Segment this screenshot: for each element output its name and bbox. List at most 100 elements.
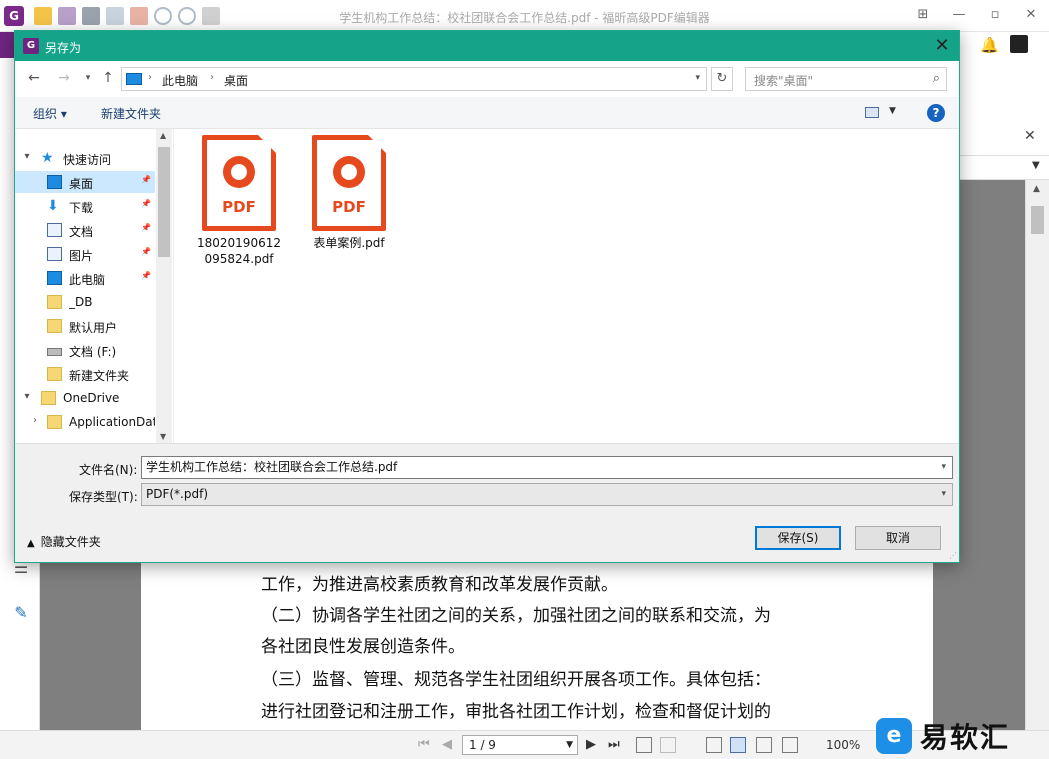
- refresh-icon[interactable]: ↻: [711, 67, 733, 91]
- recent-locations-icon[interactable]: ▾: [79, 73, 97, 83]
- document-scrollbar[interactable]: ▲: [1025, 180, 1049, 730]
- chevron-down-icon[interactable]: ▼: [889, 106, 896, 116]
- continuous-page-icon[interactable]: [730, 737, 746, 753]
- nav-tree-item[interactable]: › ApplicationDat: [15, 411, 155, 433]
- scroll-up-icon[interactable]: ▲: [160, 131, 166, 140]
- nav-tree-label: 快速访问: [63, 153, 112, 167]
- chevron-down-icon[interactable]: ▾: [21, 151, 33, 162]
- forward-arrow-icon[interactable]: →: [55, 70, 73, 86]
- minimize-icon[interactable]: —: [941, 4, 977, 26]
- pdf-file-icon: PDF: [202, 135, 276, 231]
- dialog-titlebar[interactable]: G 另存为 ✕: [15, 31, 959, 61]
- pin-icon: 📌: [141, 175, 151, 184]
- pictures-icon: [47, 247, 62, 261]
- cancel-button[interactable]: 取消: [855, 526, 941, 550]
- notification-bell-icon[interactable]: 🔔: [980, 36, 999, 54]
- filename-input[interactable]: 学生机构工作总结：校社团联合会工作总结.pdf ▾: [141, 456, 953, 479]
- zoom-level[interactable]: 100%: [826, 738, 860, 752]
- next-page-icon[interactable]: ▶: [586, 737, 596, 752]
- scroll-down-icon[interactable]: ▼: [160, 432, 166, 441]
- scrollbar-thumb[interactable]: [1031, 206, 1044, 234]
- file-list: PDF 18020190612095824.pdf PDF 表单案例.pdf: [173, 129, 959, 443]
- file-item[interactable]: PDF 18020190612095824.pdf: [194, 135, 284, 267]
- nav-tree-item[interactable]: ▾ ★ 快速访问: [15, 147, 155, 169]
- folder-icon: [47, 295, 62, 309]
- chevron-down-icon[interactable]: ▾: [21, 391, 33, 402]
- filetype-select[interactable]: PDF(*.pdf) ▾: [141, 483, 953, 506]
- address-bar[interactable]: › 此电脑 › 桌面 ▾: [121, 67, 707, 91]
- last-page-icon[interactable]: ⏭: [608, 737, 620, 752]
- next-view-icon[interactable]: [660, 737, 676, 753]
- file-item[interactable]: PDF 表单案例.pdf: [304, 135, 394, 251]
- address-toolbar: ← → ▾ ↑ › 此电脑 › 桌面 ▾ ↻ 搜索"桌面" ⌕: [15, 61, 959, 97]
- nav-tree-label: 文档 (F:): [69, 345, 117, 359]
- nav-tree-item[interactable]: 默认用户: [15, 315, 155, 337]
- facing-page-icon[interactable]: [756, 737, 772, 753]
- chevron-down-icon[interactable]: ▼: [566, 736, 573, 754]
- dialog-title: 另存为: [45, 41, 82, 55]
- doc-line: 工作，为推进高校素质教育和改革发展作贡献。: [261, 575, 618, 595]
- doc-line: （三）监督、管理、规范各学生社团组织开展各项工作。具体包括：: [261, 670, 771, 690]
- nav-tree-item[interactable]: 新建文件夹: [15, 363, 155, 385]
- nav-tree-label: 新建文件夹: [69, 369, 130, 383]
- chevron-down-icon[interactable]: ▼: [1032, 160, 1040, 171]
- chevron-down-icon[interactable]: ▾: [941, 457, 946, 478]
- save-as-dialog: G 另存为 ✕ ← → ▾ ↑ › 此电脑 › 桌面 ▾ ↻ 搜索"桌面" ⌕ …: [14, 30, 960, 563]
- first-page-icon[interactable]: ⏮: [418, 737, 430, 752]
- nav-tree-item[interactable]: ⬇ 下载 📌: [15, 195, 155, 217]
- chevron-down-icon[interactable]: ▾: [941, 484, 946, 505]
- restore-layout-icon[interactable]: ⊞: [905, 4, 941, 26]
- sign-icon[interactable]: ✎: [10, 603, 32, 625]
- hide-folders-toggle[interactable]: ▲ 隐藏文件夹: [27, 533, 101, 550]
- nav-tree-item[interactable]: 桌面 📌: [15, 171, 155, 193]
- save-button[interactable]: 保存(S): [755, 526, 841, 550]
- new-folder-button[interactable]: 新建文件夹: [101, 105, 161, 122]
- breadcrumb-separator-icon[interactable]: ›: [210, 72, 214, 83]
- prev-view-icon[interactable]: [636, 737, 652, 753]
- user-avatar-icon[interactable]: [1010, 35, 1028, 53]
- nav-tree-item[interactable]: 文档 📌: [15, 219, 155, 241]
- prev-page-icon[interactable]: ◀: [442, 737, 452, 752]
- dialog-close-icon[interactable]: ✕: [931, 35, 953, 57]
- pin-icon: 📌: [141, 199, 151, 208]
- search-input[interactable]: 搜索"桌面" ⌕: [745, 67, 947, 91]
- help-icon[interactable]: ?: [927, 104, 945, 122]
- chevron-down-icon[interactable]: ▾: [695, 73, 700, 83]
- up-arrow-icon[interactable]: ↑: [99, 70, 117, 86]
- navigation-scrollbar[interactable]: ▲ ▼: [156, 129, 172, 443]
- resize-grip-icon[interactable]: ⋰: [949, 551, 957, 560]
- file-name: 表单案例.pdf: [313, 236, 385, 250]
- chevron-right-icon[interactable]: ›: [29, 415, 41, 426]
- computer-icon: [47, 271, 62, 285]
- scrollbar-thumb[interactable]: [158, 147, 170, 257]
- ribbon-close-icon[interactable]: ✕: [1024, 128, 1036, 144]
- page-number-input[interactable]: 1 / 9 ▼: [462, 735, 578, 755]
- back-arrow-icon[interactable]: ←: [25, 70, 43, 86]
- breadcrumb-separator-icon[interactable]: ›: [148, 72, 152, 83]
- folder-icon: [41, 391, 56, 405]
- file-name: 18020190612095824.pdf: [197, 236, 281, 266]
- close-window-icon[interactable]: ✕: [1013, 4, 1049, 26]
- foxit-logo-icon: [333, 156, 365, 188]
- organize-button[interactable]: 组织 ▾: [33, 105, 67, 122]
- pdf-file-icon: PDF: [312, 135, 386, 231]
- nav-tree-item[interactable]: 图片 📌: [15, 243, 155, 265]
- view-mode-icon[interactable]: [865, 107, 879, 118]
- pin-icon: 📌: [141, 223, 151, 232]
- nav-tree-item[interactable]: _DB: [15, 291, 155, 313]
- doc-line: 进行社团登记和注册工作，审批各社团工作计划，检查和督促计划的: [261, 702, 771, 722]
- nav-tree-item[interactable]: 此电脑 📌: [15, 267, 155, 289]
- scroll-up-icon[interactable]: ▲: [1033, 184, 1040, 194]
- nav-tree-label: ApplicationDat: [69, 415, 155, 429]
- breadcrumb-desktop[interactable]: 桌面: [224, 72, 248, 89]
- maximize-icon[interactable]: ▫: [977, 4, 1013, 26]
- continuous-facing-icon[interactable]: [782, 737, 798, 753]
- search-placeholder: 搜索"桌面": [754, 74, 814, 88]
- nav-tree-item[interactable]: ▾ OneDrive: [15, 387, 155, 409]
- filetype-label: 保存类型(T):: [69, 490, 138, 504]
- breadcrumb-this-pc[interactable]: 此电脑: [162, 72, 198, 89]
- nav-tree-item[interactable]: 文档 (F:): [15, 339, 155, 361]
- single-page-icon[interactable]: [706, 737, 722, 753]
- command-bar: 组织 ▾ 新建文件夹 ▼ ?: [15, 97, 959, 129]
- search-icon[interactable]: ⌕: [933, 71, 940, 86]
